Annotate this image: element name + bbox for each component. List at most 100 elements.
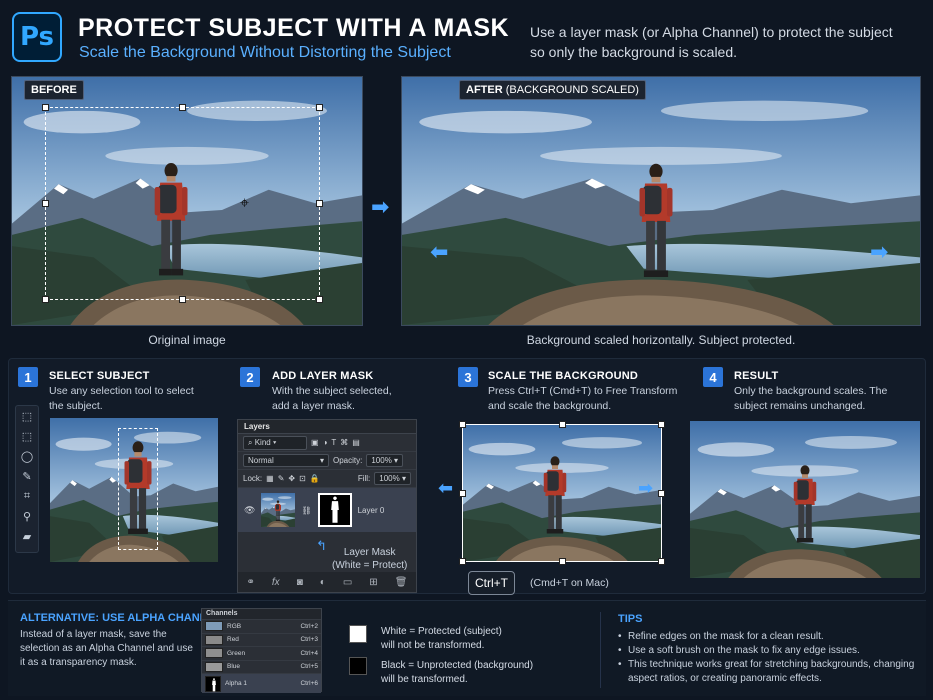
channel-row[interactable]: Red Ctrl+3 bbox=[202, 632, 321, 647]
selected-subject bbox=[118, 428, 158, 550]
layer-style-fx-icon[interactable]: fx bbox=[272, 577, 280, 588]
transform-handle[interactable] bbox=[179, 296, 186, 303]
channel-name: Alpha 1 bbox=[225, 680, 248, 687]
layer-name: Layer 0 bbox=[357, 505, 385, 515]
transform-handle[interactable] bbox=[658, 490, 665, 497]
opacity-label: Opacity: bbox=[333, 456, 363, 465]
intro-text: Use a layer mask (or Alpha Channel) to p… bbox=[530, 24, 893, 60]
channel-row[interactable]: Blue Ctrl+5 bbox=[202, 659, 321, 674]
chain-link-icon[interactable]: ⛓ bbox=[301, 506, 311, 515]
visibility-eye-icon[interactable]: 👁 bbox=[244, 505, 255, 516]
layer-thumbnail bbox=[261, 493, 296, 527]
filter-type-icon[interactable]: T bbox=[331, 438, 336, 447]
mask-annotation: Layer Mask (White = Protect) bbox=[330, 546, 410, 572]
step-title: SCALE THE BACKGROUND bbox=[488, 370, 639, 382]
lock-pixels-icon[interactable]: ▦ bbox=[266, 474, 274, 483]
step-number: 2 bbox=[240, 367, 260, 387]
channel-row[interactable]: Green Ctrl+4 bbox=[202, 646, 321, 660]
transform-handle[interactable] bbox=[42, 296, 49, 303]
tools-panel: ⬚ ⬚ ◯ ✎ ⌗ ⚲ ▰ bbox=[15, 405, 39, 553]
transform-handle[interactable] bbox=[179, 104, 186, 111]
brush-tool-icon[interactable]: ▰ bbox=[16, 526, 38, 546]
transform-handle[interactable] bbox=[658, 421, 665, 428]
filter-shape-icon[interactable]: ⌘ bbox=[340, 438, 348, 447]
channel-name: Green bbox=[227, 649, 246, 657]
step-number: 4 bbox=[703, 367, 723, 387]
channel-thumbnail bbox=[205, 661, 223, 672]
layer-row[interactable]: 👁 ⛓ Layer 0 bbox=[238, 488, 416, 532]
new-group-icon[interactable]: ▭ bbox=[343, 577, 352, 588]
page-title: PROTECT SUBJECT WITH A MASK bbox=[78, 14, 510, 42]
delete-layer-icon[interactable]: 🗑 bbox=[395, 577, 408, 588]
lock-all-icon[interactable]: 🔒 bbox=[310, 474, 320, 483]
crosshair-icon: ⌖ bbox=[240, 195, 250, 212]
lock-artboard-icon[interactable]: ⊡ bbox=[299, 474, 306, 483]
link-layers-icon[interactable]: ⚭ bbox=[247, 577, 255, 588]
transform-handle[interactable] bbox=[559, 421, 566, 428]
transform-handle[interactable] bbox=[459, 558, 466, 565]
adjustment-layer-icon[interactable]: ◐ bbox=[320, 577, 326, 588]
arrow-left-icon: ⬅ bbox=[438, 478, 454, 499]
black-swatch bbox=[349, 657, 367, 675]
blend-mode-dropdown[interactable]: Normal ▾ bbox=[243, 454, 329, 467]
marquee-tool-icon[interactable]: ⬚ bbox=[16, 426, 38, 446]
transform-handle[interactable] bbox=[459, 490, 466, 497]
fill-label: Fill: bbox=[357, 474, 371, 483]
channels-panel: Channels RGB Ctrl+2 Red Ctrl+3 Green Ctrl+4… bbox=[201, 608, 322, 693]
step-description: With the subject selected, add a layer m… bbox=[272, 385, 392, 412]
transform-handle[interactable] bbox=[316, 200, 323, 207]
quick-selection-tool-icon[interactable]: ✎ bbox=[16, 466, 38, 486]
channel-shortcut: Ctrl+4 bbox=[300, 649, 318, 657]
filter-image-icon[interactable]: ▣ bbox=[311, 438, 319, 447]
transform-handle[interactable] bbox=[42, 104, 49, 111]
lock-position-icon[interactable]: ✥ bbox=[288, 474, 295, 483]
white-swatch bbox=[349, 625, 367, 643]
black-legend-line1: Black = Unprotected (background) bbox=[381, 660, 534, 671]
transform-handle[interactable] bbox=[658, 558, 665, 565]
add-mask-icon[interactable]: ◙ bbox=[297, 577, 303, 588]
tips-title: TIPS bbox=[618, 613, 643, 625]
step-description: Only the background scales. The subject … bbox=[734, 385, 888, 412]
transform-handle[interactable] bbox=[316, 104, 323, 111]
channels-panel-title: Channels bbox=[202, 609, 321, 619]
transform-bounding-box[interactable]: ⌖ bbox=[42, 104, 323, 303]
arrow-left-icon: ⬅ bbox=[430, 240, 449, 265]
tip-item: Refine edges on the mask for a clean res… bbox=[618, 630, 918, 644]
crop-tool-icon[interactable]: ⌗ bbox=[16, 486, 38, 506]
channel-name: Blue bbox=[227, 663, 241, 671]
white-legend: White = Protected (subject) will not be … bbox=[381, 625, 502, 653]
step-number: 3 bbox=[458, 367, 478, 387]
filter-smart-object-icon[interactable]: ▤ bbox=[352, 438, 360, 447]
step-number: 1 bbox=[18, 367, 38, 387]
transform-handle[interactable] bbox=[316, 296, 323, 303]
channel-shortcut: Ctrl+3 bbox=[300, 636, 318, 644]
marquee-tool-icon[interactable]: ⬚ bbox=[16, 406, 38, 426]
transform-handle[interactable] bbox=[42, 200, 49, 207]
after-tag-suffix: (BACKGROUND SCALED) bbox=[505, 84, 639, 96]
lock-image-icon[interactable]: ✎ bbox=[278, 474, 285, 483]
transform-handle[interactable] bbox=[459, 421, 466, 428]
opacity-input[interactable]: 100% ▾ bbox=[366, 454, 404, 467]
kind-filter-dropdown[interactable]: ⌕ Kind ▾ bbox=[243, 435, 307, 450]
transform-handle[interactable] bbox=[559, 558, 566, 565]
layer-mask-thumbnail[interactable] bbox=[317, 493, 352, 527]
step-description: Press Ctrl+T (Cmd+T) to Free Transform a… bbox=[488, 385, 678, 412]
lasso-tool-icon[interactable]: ◯ bbox=[16, 446, 38, 466]
channel-thumbnail bbox=[205, 621, 223, 632]
opacity-value: 100% bbox=[371, 456, 392, 465]
alpha-channel-thumbnail bbox=[205, 675, 221, 692]
new-layer-icon[interactable]: ⊞ bbox=[369, 577, 377, 588]
channel-thumbnail bbox=[205, 648, 223, 659]
channel-row[interactable]: RGB Ctrl+2 bbox=[202, 619, 321, 633]
channel-row-selected[interactable]: Alpha 1 Ctrl+6 bbox=[202, 673, 321, 693]
divider bbox=[600, 612, 601, 688]
fill-input[interactable]: 100% ▾ bbox=[374, 472, 411, 485]
filter-adjustment-icon[interactable]: ◑ bbox=[323, 438, 328, 447]
before-tag: BEFORE bbox=[24, 80, 84, 100]
eyedropper-tool-icon[interactable]: ⚲ bbox=[16, 506, 38, 526]
black-legend-line2: will be transformed. bbox=[381, 674, 468, 685]
white-legend-line2: will not be transformed. bbox=[381, 640, 485, 651]
transform-bounding-box[interactable] bbox=[459, 421, 665, 565]
mask-annotation-arrow-icon: ↰ bbox=[316, 538, 327, 553]
alternative-title: ALTERNATIVE: USE ALPHA CHANNEL bbox=[20, 612, 222, 624]
